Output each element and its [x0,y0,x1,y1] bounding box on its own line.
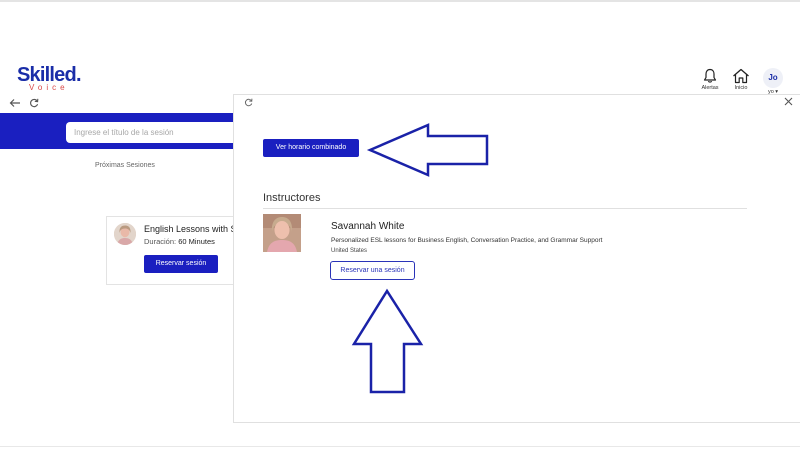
instructor-avatar-image [114,223,136,245]
bottom-divider [0,446,800,447]
reserve-session-button[interactable]: Reservar una sesión [330,261,415,280]
refresh-icon[interactable] [244,98,253,107]
alerts-label: Alertas [701,85,719,91]
user-menu[interactable]: Jo yo ▾ [762,68,784,95]
instructor-name: Savannah White [331,221,405,232]
bell-icon [703,68,717,83]
close-icon[interactable] [784,97,793,106]
app-logo[interactable]: Skilled . Voice [17,64,89,96]
tab-upcoming-sessions[interactable]: Próximas Sesiones [95,162,155,169]
logo-subtitle: Voice [29,83,69,92]
search-input[interactable]: Ingrese el título de la sesión [66,122,236,143]
avatar: Jo [763,68,783,88]
back-arrow-icon[interactable] [9,98,21,108]
instructor-photo-image [263,214,301,252]
alerts-button[interactable]: Alertas [697,68,723,91]
instructor-photo [263,214,301,252]
top-divider [0,0,800,2]
home-label: Inicio [734,85,748,91]
avatar [114,223,136,245]
duration-value: 60 Minutes [178,237,215,246]
instructor-description: Personalized ESL lessons for Business En… [331,237,603,244]
instructor-location: United States [331,248,368,254]
session-card: English Lessons with S Duración: 60 Minu… [106,216,238,285]
divider [263,208,747,209]
instructors-heading: Instructores [263,192,321,204]
refresh-icon[interactable] [29,98,39,108]
session-title: English Lessons with S [144,224,237,234]
logo-dot: . [76,64,82,86]
duration-label: Duración: [144,237,177,246]
view-combined-schedule-button[interactable]: Ver horario combinado [263,139,359,157]
session-duration: Duración: 60 Minutes [144,237,215,246]
book-session-button[interactable]: Reservar sesión [144,255,218,273]
home-button[interactable]: Inicio [728,68,754,91]
home-icon [733,68,749,84]
page: Skilled . Voice Alertas Inicio Jo yo ▾ I… [0,0,800,449]
